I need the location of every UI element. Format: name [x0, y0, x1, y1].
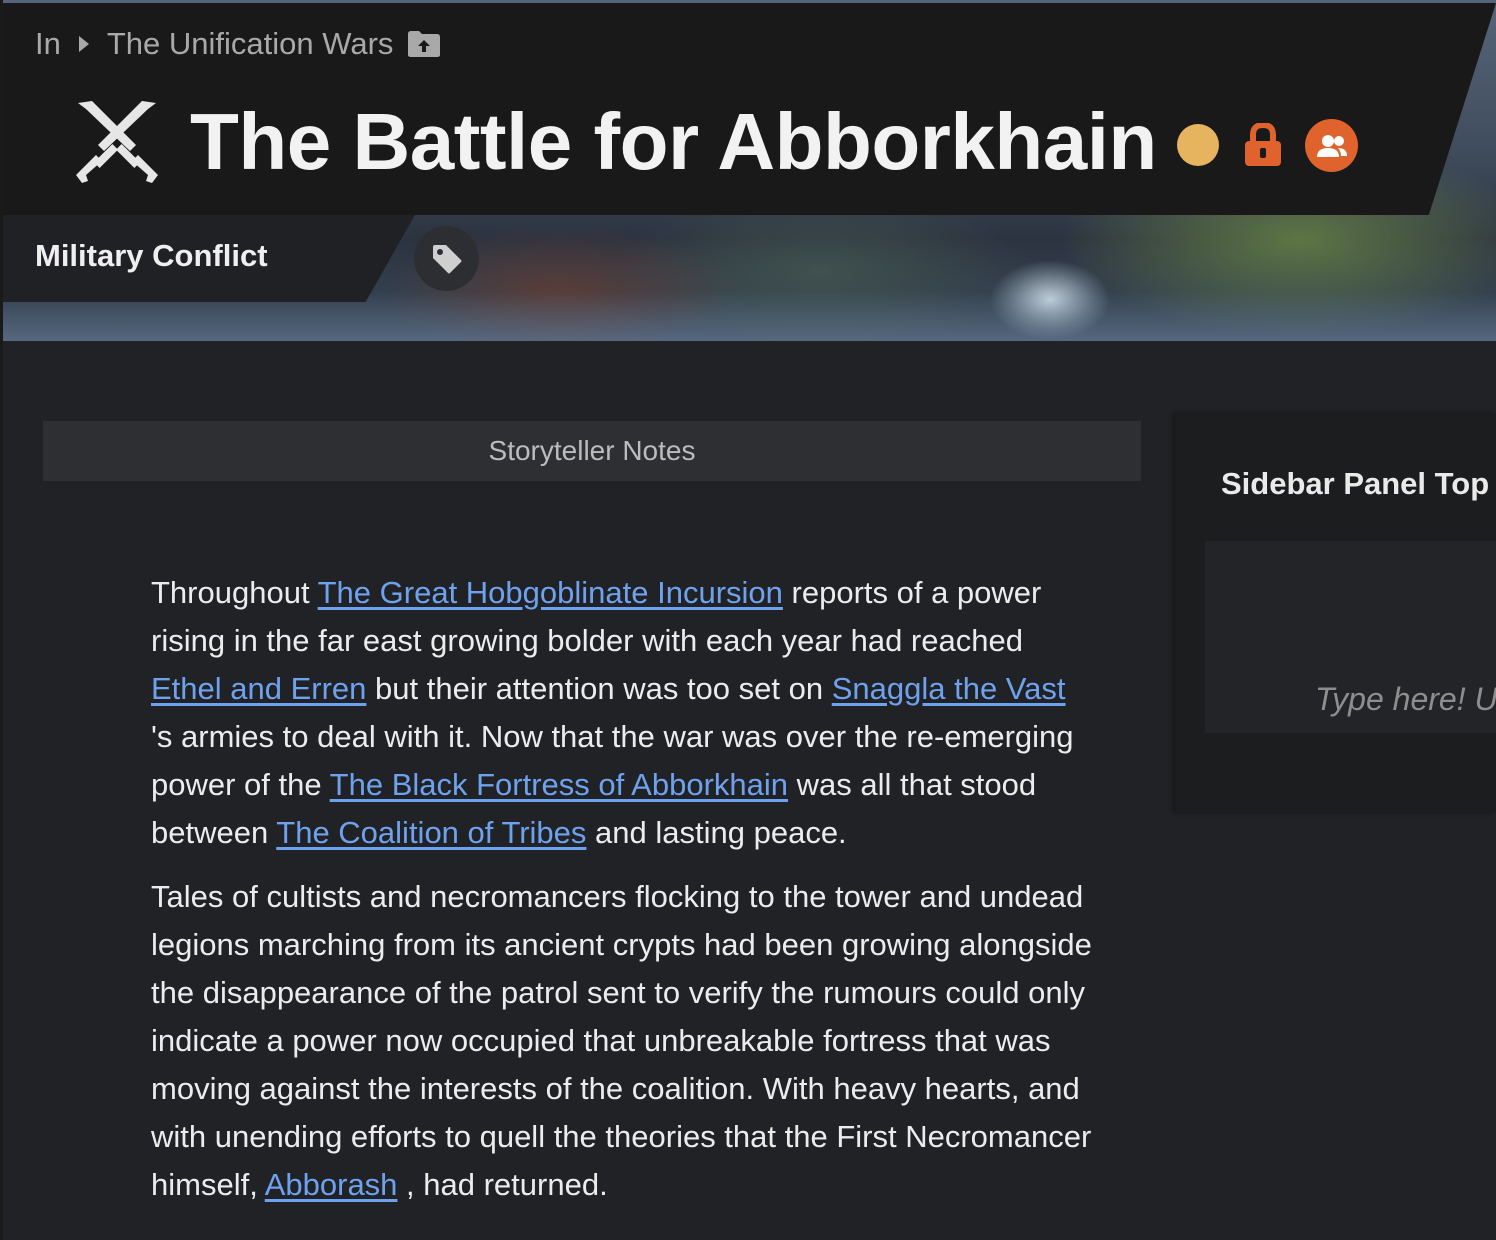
page-left-edge	[0, 0, 3, 1240]
folder-up-icon[interactable]	[407, 30, 441, 58]
link-snaggla-the-vast[interactable]: Snaggla the Vast	[832, 671, 1066, 706]
breadcrumb-parent-link[interactable]: The Unification Wars	[107, 26, 394, 62]
link-great-hobgoblinate-incursion[interactable]: The Great Hobgoblinate Incursion	[318, 575, 783, 610]
article-paragraph: Tales of cultists and necromancers flock…	[151, 873, 1101, 1209]
sidebar-editor-placeholder: Type here! Use	[1315, 681, 1496, 717]
storyteller-notes-toggle[interactable]: Storyteller Notes	[43, 421, 1141, 481]
text-run: and lasting peace.	[586, 815, 847, 850]
title-row: The Battle for Abborkhain	[74, 96, 1157, 188]
caret-right-icon	[78, 36, 89, 52]
article-body: Throughout The Great Hobgoblinate Incurs…	[151, 569, 1101, 1225]
breadcrumb: In The Unification Wars	[35, 24, 441, 64]
text-run: but their attention was too set on	[366, 671, 832, 706]
sidebar-panel-title: Sidebar Panel Top	[1221, 466, 1490, 501]
sidebar-panel-top: Sidebar Panel Top Type here! Use	[1175, 413, 1496, 813]
crossed-swords-icon	[74, 99, 160, 185]
page-title: The Battle for Abborkhain	[190, 97, 1157, 186]
lock-icon[interactable]	[1244, 121, 1282, 167]
link-abborash[interactable]: Abborash	[265, 1167, 398, 1202]
text-run: Tales of cultists and necromancers flock…	[151, 879, 1092, 1202]
storyteller-notes-label: Storyteller Notes	[488, 435, 696, 466]
tag-button[interactable]	[414, 226, 479, 291]
breadcrumb-prefix: In	[35, 26, 61, 61]
status-indicator-icon[interactable]	[1177, 124, 1219, 166]
group-permissions-icon[interactable]	[1305, 119, 1358, 172]
text-run: , had returned.	[397, 1167, 608, 1202]
link-coalition-of-tribes[interactable]: The Coalition of Tribes	[276, 815, 586, 850]
category-label: Military Conflict	[35, 238, 268, 273]
text-run: Throughout	[151, 575, 318, 610]
article-paragraph: Throughout The Great Hobgoblinate Incurs…	[151, 569, 1101, 857]
link-ethel-and-erren[interactable]: Ethel and Erren	[151, 671, 366, 706]
sidebar-text-editor[interactable]: Type here! Use	[1205, 541, 1496, 733]
link-black-fortress-of-abborkhain[interactable]: The Black Fortress of Abborkhain	[330, 767, 788, 802]
tag-icon	[432, 244, 461, 273]
